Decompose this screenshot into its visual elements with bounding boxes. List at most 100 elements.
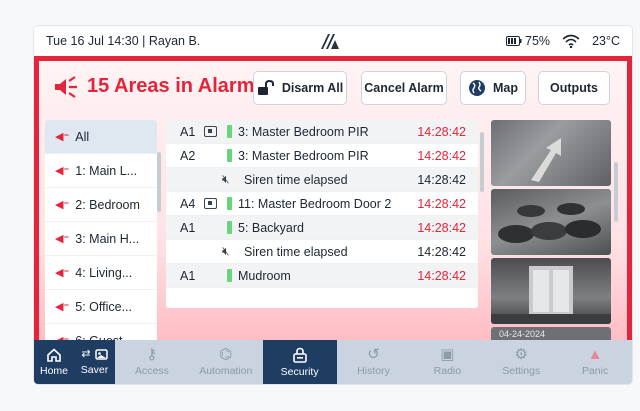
event-text: Mudroom xyxy=(238,269,291,283)
siren-icon: ◀⁼ xyxy=(55,233,70,245)
key-icon: ⚷ xyxy=(146,346,158,363)
alarm-header: 15 Areas in Alarm Disarm All Cancel Alar… xyxy=(39,61,627,117)
event-log-scrollbar[interactable] xyxy=(480,122,484,302)
event-text: Siren time elapsed xyxy=(244,245,348,259)
automation-icon: ⌬ xyxy=(219,346,233,363)
scrollbar-thumb[interactable] xyxy=(480,132,484,192)
siren-icon: ◀⁼ xyxy=(55,199,70,211)
event-log: A1 3: Master Bedroom PIR 14:28:42 A2 3: Mast… xyxy=(166,120,478,308)
siren-icon: ◀⁼ xyxy=(55,267,70,279)
cancel-alarm-label: Cancel Alarm xyxy=(364,81,444,95)
event-row[interactable]: A1 5: Backyard 14:28:42 xyxy=(166,216,478,240)
event-area: A4 xyxy=(180,197,196,211)
nav-security[interactable]: Security xyxy=(262,340,337,384)
nav-label: Settings xyxy=(502,365,541,377)
camera-scrollbar[interactable] xyxy=(614,122,618,366)
event-text: Siren time elapsed xyxy=(244,173,348,187)
nav-label: Saver xyxy=(80,363,109,376)
alarm-count-label: 15 Areas in Alarm xyxy=(87,75,255,97)
globe-icon xyxy=(469,80,485,96)
event-row[interactable]: A2 3: Master Bedroom PIR 14:28:42 xyxy=(166,144,478,168)
zone-status-indicator xyxy=(227,197,232,210)
alarm-panel: 15 Areas in Alarm Disarm All Cancel Alar… xyxy=(34,56,632,371)
sidebar-item-main-h[interactable]: ◀⁼ 3: Main H... xyxy=(45,222,157,256)
event-time: 14:28:42 xyxy=(417,197,466,211)
camera-feed-hallway[interactable] xyxy=(491,258,611,324)
event-text: 11: Master Bedroom Door 2 xyxy=(238,197,392,211)
sidebar-item-all[interactable]: ◀⁼ All xyxy=(45,120,157,154)
radio-icon: ▣ xyxy=(440,346,455,363)
battery-level: 75% xyxy=(525,34,551,48)
cancel-alarm-button[interactable]: Cancel Alarm xyxy=(361,71,447,105)
device-frame: Tue 16 Jul 14:30 | Rayan B. 75% 23°C 15 … xyxy=(0,0,640,411)
zone-status-indicator xyxy=(227,221,232,234)
battery-icon xyxy=(506,36,522,46)
nav-history[interactable]: ↺ History xyxy=(337,340,411,384)
unlock-icon xyxy=(257,80,274,95)
nav-saver[interactable]: ⇄ Saver xyxy=(74,340,115,384)
event-row[interactable]: A4 11: Master Bedroom Door 2 14:28:42 xyxy=(166,192,478,216)
swap-icon: ⇄ xyxy=(81,348,91,360)
nav-access[interactable]: ⚷ Access xyxy=(115,340,189,384)
event-time: 14:28:42 xyxy=(417,125,466,139)
screen-saver-icon xyxy=(94,348,108,360)
event-time: 14:28:42 xyxy=(417,149,466,163)
event-text: 3: Master Bedroom PIR xyxy=(238,125,369,139)
map-label: Map xyxy=(493,81,518,95)
siren-icon: ◀⁼ xyxy=(55,301,70,313)
gear-icon: ⚙ xyxy=(514,346,528,363)
event-area: A1 xyxy=(180,221,196,235)
nav-label: Panic xyxy=(581,365,609,377)
nav-panic[interactable]: ▲ Panic xyxy=(558,340,632,384)
scrollbar-thumb[interactable] xyxy=(157,152,161,212)
sidebar-item-label: 5: Office... xyxy=(75,299,133,314)
nav-label: Security xyxy=(280,365,319,378)
nav-automation[interactable]: ⌬ Automation xyxy=(189,340,263,384)
sidebar-item-main-l[interactable]: ◀⁼ 1: Main L... xyxy=(45,154,157,188)
camera-feed-driveway[interactable] xyxy=(491,120,611,186)
sidebar-item-label: 3: Main H... xyxy=(75,231,140,246)
sidebar-item-living[interactable]: ◀⁼ 4: Living... xyxy=(45,256,157,290)
outputs-label: Outputs xyxy=(550,81,598,95)
scrollbar-thumb[interactable] xyxy=(614,162,618,222)
zone-status-indicator xyxy=(227,269,232,282)
event-area: A2 xyxy=(180,149,196,163)
event-area: A1 xyxy=(180,125,196,139)
camera-feed-parking[interactable] xyxy=(491,189,611,255)
sidebar-item-office[interactable]: ◀⁼ 5: Office... xyxy=(45,290,157,324)
status-bar: Tue 16 Jul 14:30 | Rayan B. 75% 23°C xyxy=(34,26,632,56)
status-indicators: 75% 23°C xyxy=(506,34,620,48)
event-row[interactable]: A1 3: Master Bedroom PIR 14:28:42 xyxy=(166,120,478,144)
nav-home[interactable]: Home xyxy=(34,340,74,384)
nav-label: Home xyxy=(39,364,68,377)
sidebar-item-label: 1: Main L... xyxy=(75,163,138,178)
alarm-content: ◀⁼ All ◀⁼ 1: Main L... ◀⁼ 2: Bedroom ◀⁼ 3: M… xyxy=(39,117,627,371)
nav-label: Radio xyxy=(433,365,462,377)
event-time: 14:28:42 xyxy=(417,221,466,235)
wifi-icon xyxy=(562,34,580,48)
hallway-door-icon xyxy=(491,266,611,324)
camera-clip-icon[interactable] xyxy=(204,126,217,137)
event-text: 3: Master Bedroom PIR xyxy=(238,149,369,163)
map-button[interactable]: Map xyxy=(460,71,526,105)
event-text: 5: Backyard xyxy=(238,221,305,235)
nav-settings[interactable]: ⚙ Settings xyxy=(484,340,558,384)
event-time: 14:28:42 xyxy=(417,173,466,187)
camera-timestamp: 04-24-2024 xyxy=(499,329,546,339)
touch-screen: Tue 16 Jul 14:30 | Rayan B. 75% 23°C 15 … xyxy=(34,26,632,384)
nav-radio[interactable]: ▣ Radio xyxy=(410,340,484,384)
brand-logo-icon xyxy=(321,34,339,49)
sidebar-scrollbar[interactable] xyxy=(157,122,161,366)
event-row[interactable]: 🔇︎ Siren time elapsed 14:28:42 xyxy=(166,168,478,192)
zone-status-indicator xyxy=(227,125,232,138)
history-icon: ↺ xyxy=(367,346,380,363)
camera-clip-icon[interactable] xyxy=(204,198,217,209)
nav-label: History xyxy=(357,365,390,377)
event-row[interactable]: A1 Mudroom 14:28:42 xyxy=(166,264,478,288)
sidebar-item-bedroom[interactable]: ◀⁼ 2: Bedroom xyxy=(45,188,157,222)
siren-icon: ◀⁼ xyxy=(55,131,70,143)
event-row[interactable]: 🔇︎ Siren time elapsed 14:28:42 xyxy=(166,240,478,264)
disarm-all-button[interactable]: Disarm All xyxy=(253,71,347,105)
outputs-button[interactable]: Outputs xyxy=(538,71,610,105)
event-area: A1 xyxy=(180,269,196,283)
